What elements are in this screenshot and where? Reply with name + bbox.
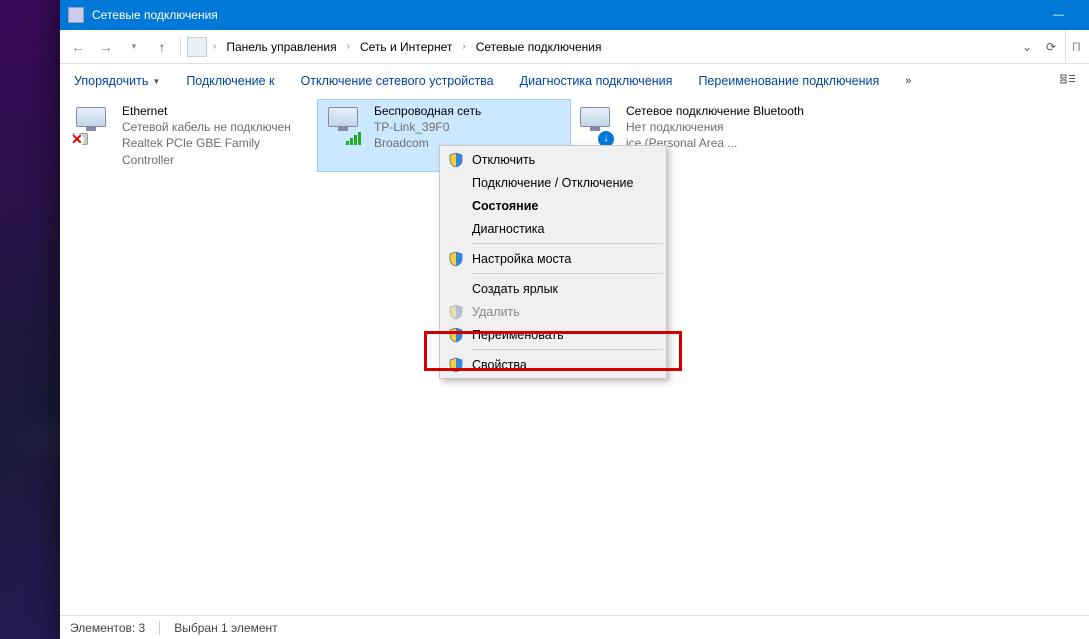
nav-forward-button[interactable]: → (94, 35, 118, 59)
signal-bars-icon (346, 132, 361, 145)
address-dropdown-button[interactable]: ⌄ (1017, 40, 1037, 54)
status-bar: Элементов: 3 Выбран 1 элемент (60, 615, 1089, 639)
window-icon (68, 7, 84, 23)
nav-bar: ← → ▾ ↑ › Панель управления › Сеть и Инт… (60, 30, 1089, 64)
menu-separator (472, 349, 663, 350)
minimize-button[interactable]: — (1036, 0, 1081, 30)
item-device: Realtek PCIe GBE Family Controller (122, 135, 312, 167)
organize-menu-button[interactable]: Упорядочить ▼ (72, 70, 162, 92)
shield-icon (448, 251, 464, 267)
explorer-window: Сетевые подключения — ← → ▾ ↑ › Панель у… (60, 0, 1089, 639)
command-bar: Упорядочить ▼ Подключение к Отключение с… (60, 64, 1089, 98)
menu-item-connect-disconnect[interactable]: Подключение / Отключение (442, 171, 664, 194)
menu-item-disconnect[interactable]: Отключить (442, 148, 664, 171)
rename-connection-button[interactable]: Переименование подключения (696, 70, 881, 92)
item-title: Ethernet (122, 103, 312, 119)
menu-item-bridge[interactable]: Настройка моста (442, 247, 664, 270)
status-separator (159, 621, 160, 635)
menu-separator (472, 273, 663, 274)
items-view[interactable]: ✕ Ethernet Сетевой кабель не подключен R… (60, 98, 1089, 615)
item-title: Беспроводная сеть (374, 103, 481, 119)
title-bar[interactable]: Сетевые подключения — (60, 0, 1089, 30)
item-status: Сетевой кабель не подключен (122, 119, 312, 135)
connect-to-button[interactable]: Подключение к (184, 70, 276, 92)
menu-item-create-shortcut[interactable]: Создать ярлык (442, 277, 664, 300)
wireless-icon (324, 103, 366, 145)
chevron-right-icon[interactable]: › (213, 41, 216, 52)
crumb-network-internet[interactable]: Сеть и Интернет (356, 37, 456, 57)
crumb-network-connections[interactable]: Сетевые подключения (472, 37, 606, 57)
ethernet-icon: ✕ (72, 103, 114, 145)
error-x-icon: ✕ (70, 133, 84, 147)
crumb-control-panel[interactable]: Панель управления (222, 37, 340, 57)
chevron-right-icon[interactable]: › (347, 41, 350, 52)
menu-item-delete[interactable]: Удалить (442, 300, 664, 323)
menu-item-status[interactable]: Состояние (442, 194, 664, 217)
breadcrumb-root-icon[interactable] (187, 37, 207, 57)
item-status: Нет подключения (626, 119, 804, 135)
status-item-count: Элементов: 3 (70, 621, 145, 635)
bluetooth-icon: ↓ (576, 103, 618, 145)
menu-item-properties[interactable]: Свойства (442, 353, 664, 376)
context-menu: Отключить Подключение / Отключение Состо… (439, 145, 667, 379)
organize-label: Упорядочить (74, 74, 148, 88)
search-input[interactable]: П (1065, 30, 1083, 63)
item-title: Сетевое подключение Bluetooth (626, 103, 804, 119)
toolbar-overflow-button[interactable]: » (903, 71, 913, 91)
caret-down-icon: ▼ (152, 77, 160, 86)
disable-device-button[interactable]: Отключение сетевого устройства (299, 70, 496, 92)
nav-up-button[interactable]: ↑ (150, 35, 174, 59)
item-status: TP-Link_39F0 (374, 119, 481, 135)
view-options-button[interactable] (1059, 72, 1077, 90)
nav-back-button[interactable]: ← (66, 35, 90, 59)
chevron-right-icon[interactable]: › (462, 41, 465, 52)
diagnose-button[interactable]: Диагностика подключения (518, 70, 675, 92)
menu-item-rename[interactable]: Переименовать (442, 323, 664, 346)
shield-icon (448, 357, 464, 373)
menu-separator (472, 243, 663, 244)
shield-icon (448, 327, 464, 343)
connection-item-ethernet[interactable]: ✕ Ethernet Сетевой кабель не подключен R… (66, 100, 318, 171)
status-selection: Выбран 1 элемент (174, 621, 277, 635)
refresh-button[interactable]: ⟳ (1041, 40, 1061, 54)
window-title: Сетевые подключения (92, 8, 218, 22)
nav-separator (180, 38, 181, 56)
nav-recent-button[interactable]: ▾ (122, 35, 146, 59)
shield-icon (448, 152, 464, 168)
menu-item-diagnostics[interactable]: Диагностика (442, 217, 664, 240)
shield-icon (448, 304, 464, 320)
